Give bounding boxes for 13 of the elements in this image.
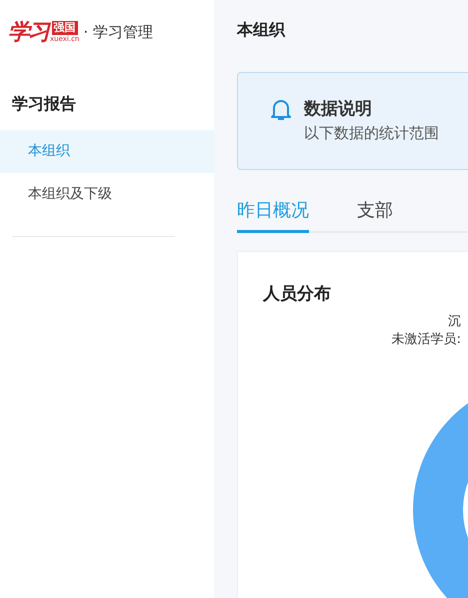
page-title: 本组织 <box>237 19 286 41</box>
logo-badge: 强国 <box>52 21 78 35</box>
tab[interactable]: 支部 <box>357 198 393 233</box>
app-title: · 学习管理 <box>83 22 153 42</box>
notice-title: 数据说明 <box>304 98 373 120</box>
bell-icon <box>270 98 292 122</box>
sidebar-item[interactable]: 本组织及下级 <box>0 173 214 216</box>
card-title: 人员分布 <box>263 283 332 305</box>
sidebar-section-title: 学习报告 <box>11 93 77 115</box>
chart-label: 沉 <box>448 313 461 331</box>
chart-label: 未激活学员: <box>392 331 461 349</box>
logo-script: 学习 <box>8 18 48 47</box>
notice-text: 以下数据的统计范围 <box>304 124 439 143</box>
